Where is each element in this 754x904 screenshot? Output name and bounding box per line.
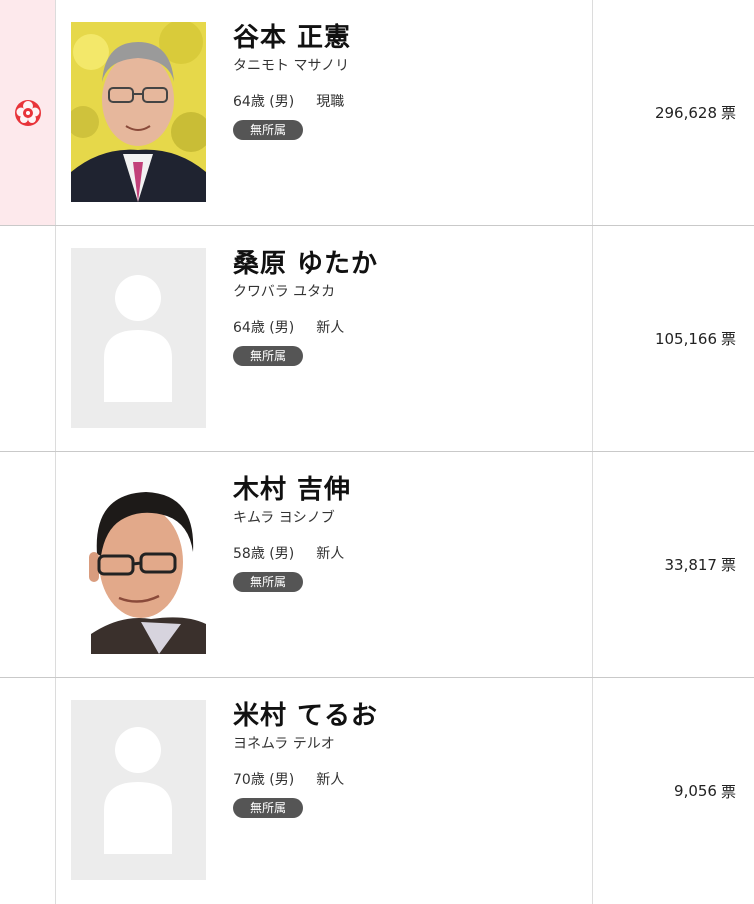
candidate-kana: キムラ ヨシノブ <box>233 510 335 526</box>
candidate-kana: クワバラ ユタカ <box>233 284 336 300</box>
candidate-age-sex: 58歳 (男) <box>233 546 295 562</box>
vote-unit: 票 <box>720 330 736 348</box>
vote-count: 105,166 <box>654 329 717 348</box>
candidate-photo <box>71 474 206 654</box>
vote-count: 33,817 <box>664 555 717 574</box>
candidate-age-sex: 64歳 (男) <box>233 94 295 110</box>
candidate-info: 谷本 正憲 タニモト マサノリ 64歳 (男) 現職 無所属 <box>233 22 573 140</box>
candidate-info: 米村 てるお ヨネムラ テルオ 70歳 (男) 新人 無所属 <box>233 700 573 818</box>
candidate-name[interactable]: 桑原 ゆたか <box>233 248 573 280</box>
candidate-status: 新人 <box>316 320 345 336</box>
candidate-photo-placeholder <box>71 700 206 880</box>
vote-unit: 票 <box>720 104 736 122</box>
person-silhouette-icon <box>71 248 206 428</box>
candidate-name[interactable]: 谷本 正憲 <box>233 22 573 54</box>
candidate-photo <box>71 22 206 202</box>
candidate-name[interactable]: 米村 てるお <box>233 700 573 732</box>
vote-unit: 票 <box>720 556 736 574</box>
candidate-meta: 58歳 (男) 新人 <box>233 545 573 563</box>
candidate-status: 新人 <box>316 772 345 788</box>
vote-unit: 票 <box>720 782 736 801</box>
candidate-meta: 70歳 (男) 新人 <box>233 771 573 789</box>
candidate-status: 新人 <box>316 546 345 562</box>
candidate-row[interactable]: 桑原 ゆたか クワバラ ユタカ 64歳 (男) 新人 無所属 105,166 票 <box>0 226 754 452</box>
person-silhouette-icon <box>71 700 206 880</box>
candidate-age-sex: 70歳 (男) <box>233 772 295 788</box>
candidate-kana: ヨネムラ テルオ <box>233 736 335 752</box>
vote-count: 9,056 <box>674 782 717 800</box>
vote-count: 296,628 <box>654 103 717 122</box>
rose-icon <box>14 99 41 126</box>
candidate-name[interactable]: 木村 吉伸 <box>233 474 573 506</box>
party-badge: 無所属 <box>233 572 304 592</box>
candidate-meta: 64歳 (男) 新人 <box>233 319 573 337</box>
candidate-row[interactable]: 谷本 正憲 タニモト マサノリ 64歳 (男) 現職 無所属 296,628 票 <box>0 0 754 226</box>
party-badge: 無所属 <box>233 798 304 818</box>
party-badge: 無所属 <box>233 346 304 366</box>
candidate-status: 現職 <box>316 94 345 110</box>
candidate-row[interactable]: 木村 吉伸 キムラ ヨシノブ 58歳 (男) 新人 無所属 33,817 票 <box>0 452 754 678</box>
elected-marker-cell <box>0 452 56 677</box>
party-badge: 無所属 <box>233 120 304 140</box>
candidate-row[interactable]: 米村 てるお ヨネムラ テルオ 70歳 (男) 新人 無所属 9,056 票 <box>0 678 754 904</box>
candidate-photo-placeholder <box>71 248 206 428</box>
candidate-list: 谷本 正憲 タニモト マサノリ 64歳 (男) 現職 無所属 296,628 票 桑… <box>0 0 754 904</box>
candidate-kana: タニモト マサノリ <box>233 58 350 74</box>
vote-count-cell: 105,166 票 <box>592 226 754 451</box>
vote-count-cell: 296,628 票 <box>592 0 754 225</box>
elected-marker-cell <box>0 0 56 225</box>
elected-marker-cell <box>0 678 56 904</box>
candidate-age-sex: 64歳 (男) <box>233 320 295 336</box>
candidate-info: 桑原 ゆたか クワバラ ユタカ 64歳 (男) 新人 無所属 <box>233 248 573 366</box>
elected-marker-cell <box>0 226 56 451</box>
vote-count-cell: 33,817 票 <box>592 452 754 677</box>
candidate-meta: 64歳 (男) 現職 <box>233 93 573 111</box>
candidate-info: 木村 吉伸 キムラ ヨシノブ 58歳 (男) 新人 無所属 <box>233 474 573 592</box>
vote-count-cell: 9,056 票 <box>592 678 754 904</box>
